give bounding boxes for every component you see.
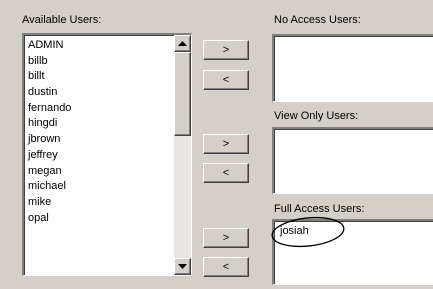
available-users-scrollbar[interactable] bbox=[174, 35, 191, 275]
list-item[interactable]: fernando bbox=[28, 101, 171, 117]
list-item[interactable]: ADMIN bbox=[28, 38, 171, 54]
list-item[interactable]: dustin bbox=[28, 85, 171, 101]
list-item[interactable]: hingdi bbox=[28, 116, 171, 132]
list-item[interactable]: josiah bbox=[280, 224, 309, 240]
remove-from-full-access-button[interactable]: < bbox=[203, 257, 249, 277]
scroll-down-button[interactable] bbox=[174, 258, 191, 275]
add-to-no-access-button[interactable]: > bbox=[203, 40, 249, 60]
add-to-view-only-button[interactable]: > bbox=[203, 134, 249, 154]
list-item[interactable]: billb bbox=[28, 54, 171, 70]
list-item[interactable]: mike bbox=[28, 195, 171, 211]
remove-from-view-only-button[interactable]: < bbox=[203, 163, 249, 183]
scroll-up-button[interactable] bbox=[174, 35, 191, 52]
add-to-full-access-button[interactable]: > bbox=[203, 228, 249, 248]
arrow-up-icon bbox=[178, 40, 187, 46]
full-access-panel: josiah bbox=[272, 219, 433, 285]
no-access-users-label: No Access Users: bbox=[274, 14, 361, 26]
list-item[interactable]: opal bbox=[28, 211, 171, 227]
list-item[interactable]: michael bbox=[28, 179, 171, 195]
view-only-panel bbox=[272, 127, 433, 194]
arrow-down-icon bbox=[178, 263, 187, 269]
available-users-label: Available Users: bbox=[22, 14, 102, 26]
list-item[interactable]: jeffrey bbox=[28, 148, 171, 164]
available-users-items: ADMIN billb billt dustin fernando hingdi… bbox=[28, 38, 171, 226]
full-access-users-label: Full Access Users: bbox=[274, 203, 365, 215]
available-users-list[interactable]: ADMIN billb billt dustin fernando hingdi… bbox=[22, 33, 192, 276]
remove-from-no-access-button[interactable]: < bbox=[203, 70, 249, 90]
list-item[interactable]: billt bbox=[28, 69, 171, 85]
no-access-users-list[interactable] bbox=[272, 34, 433, 102]
view-only-users-list[interactable] bbox=[272, 127, 433, 194]
no-access-panel bbox=[272, 34, 433, 102]
list-item[interactable]: megan bbox=[28, 164, 171, 180]
scrollbar-thumb[interactable] bbox=[174, 52, 191, 136]
view-only-users-label: View Only Users: bbox=[274, 110, 359, 122]
full-access-users-list[interactable]: josiah bbox=[272, 219, 433, 285]
list-item[interactable]: jbrown bbox=[28, 132, 171, 148]
